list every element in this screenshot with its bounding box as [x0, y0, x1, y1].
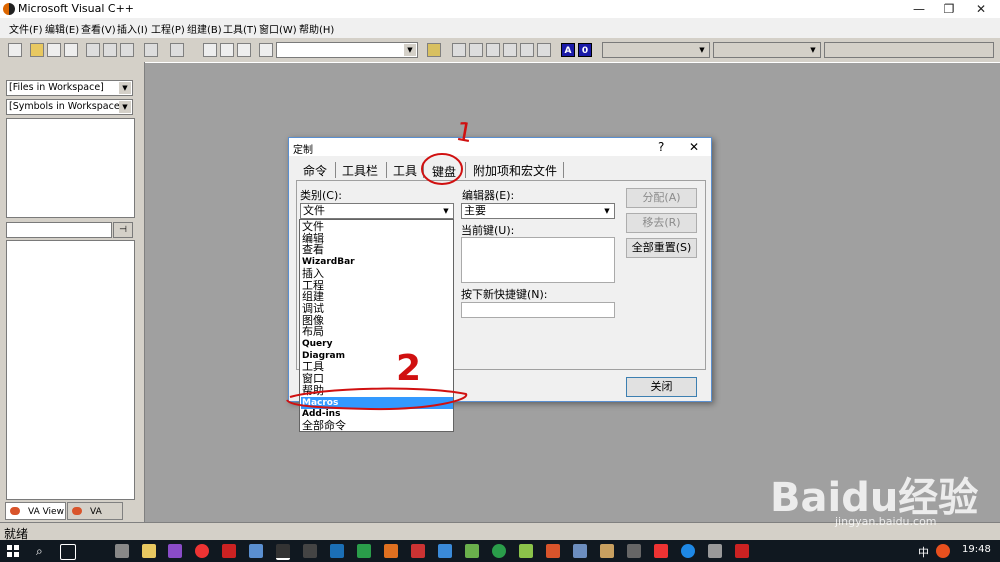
annotation-circle-macros	[286, 387, 468, 411]
annotation-overlay	[286, 153, 468, 411]
annotation-circle-keyboard-tab	[421, 153, 463, 185]
